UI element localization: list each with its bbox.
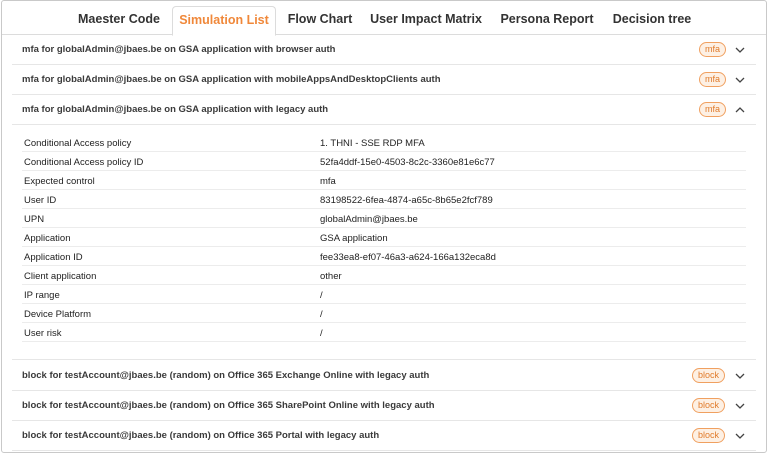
simulation-row[interactable]: mfa for globalAdmin@jbaes.be on GSA appl… [12,35,756,65]
chevron-down-icon[interactable] [734,430,746,442]
control-badge: block [692,428,726,443]
detail-value: 52fa4ddf-15e0-4503-8c2c-3360e81e6c77 [320,157,495,168]
detail-value: / [320,328,323,339]
simulation-row[interactable]: block for testAccount@jbaes.be (random) … [12,391,756,421]
simulation-row-expanded[interactable]: mfa for globalAdmin@jbaes.be on GSA appl… [12,95,756,125]
tab-user-impact-matrix[interactable]: User Impact Matrix [364,6,488,36]
detail-key: Conditional Access policy [24,138,132,149]
chevron-down-icon[interactable] [734,44,746,56]
simulation-panel: Maester Code Simulation List Flow Chart … [1,0,767,453]
detail-row: Conditional Access policy ID 52fa4ddf-15… [22,152,746,171]
chevron-down-icon[interactable] [734,370,746,382]
simulation-title: block for testAccount@jbaes.be (random) … [22,400,435,411]
detail-key: UPN [24,214,45,225]
control-badge: mfa [699,42,727,57]
detail-value: globalAdmin@jbaes.be [320,214,418,225]
detail-row: User ID 83198522-6fea-4874-a65c-8b65e2fc… [22,190,746,209]
detail-row: User risk / [22,323,746,342]
detail-value: GSA application [320,233,388,244]
detail-value: / [320,290,323,301]
detail-value: mfa [320,176,336,187]
simulation-title: block for testAccount@jbaes.be (random) … [22,370,430,381]
detail-row: Application ID fee33ea8-ef07-46a3-a624-1… [22,247,746,266]
simulation-title: block for testAccount@jbaes.be (random) … [22,430,380,441]
simulation-row[interactable]: mfa for globalAdmin@jbaes.be on GSA appl… [12,65,756,95]
detail-row: Conditional Access policy 1. THNI - SSE … [22,133,746,152]
detail-key: Client application [24,271,97,282]
detail-row: Client application other [22,266,746,285]
simulation-title: mfa for globalAdmin@jbaes.be on GSA appl… [22,44,336,55]
detail-key: Application ID [24,252,83,263]
detail-row: UPN globalAdmin@jbaes.be [22,209,746,228]
detail-key: Expected control [24,176,95,187]
detail-value: / [320,309,323,320]
detail-value: 83198522-6fea-4874-a65c-8b65e2fcf789 [320,195,493,206]
control-badge: mfa [699,72,727,87]
tab-flow-chart[interactable]: Flow Chart [280,6,360,36]
detail-key: Application [24,233,71,244]
detail-value: fee33ea8-ef07-46a3-a624-166a132eca8d [320,252,496,263]
detail-row: IP range / [22,285,746,304]
tab-simulation-list[interactable]: Simulation List [172,6,276,36]
detail-key: User risk [24,328,62,339]
chevron-up-icon[interactable] [734,104,746,116]
simulation-row[interactable]: block for testAccount@jbaes.be (random) … [12,421,756,451]
tab-decision-tree[interactable]: Decision tree [606,6,698,36]
control-badge: block [692,368,726,383]
tab-maester-code[interactable]: Maester Code [70,6,168,36]
chevron-down-icon[interactable] [734,400,746,412]
control-badge: mfa [699,102,727,117]
control-badge: block [692,398,726,413]
detail-key: Device Platform [24,309,92,320]
tab-bar: Maester Code Simulation List Flow Chart … [2,1,766,36]
detail-value: 1. THNI - SSE RDP MFA [320,138,425,149]
detail-key: User ID [24,195,57,206]
detail-value: other [320,271,342,282]
detail-row: Expected control mfa [22,171,746,190]
simulation-title: mfa for globalAdmin@jbaes.be on GSA appl… [22,104,329,115]
simulation-title: mfa for globalAdmin@jbaes.be on GSA appl… [22,74,441,85]
detail-key: Conditional Access policy ID [24,157,144,168]
chevron-down-icon[interactable] [734,74,746,86]
detail-row: Device Platform / [22,304,746,323]
simulation-row[interactable]: block for testAccount@jbaes.be (random) … [12,361,756,391]
detail-row: Application GSA application [22,228,746,247]
detail-key: IP range [24,290,60,301]
tab-persona-report[interactable]: Persona Report [494,6,600,36]
simulation-details: Conditional Access policy 1. THNI - SSE … [12,125,756,360]
